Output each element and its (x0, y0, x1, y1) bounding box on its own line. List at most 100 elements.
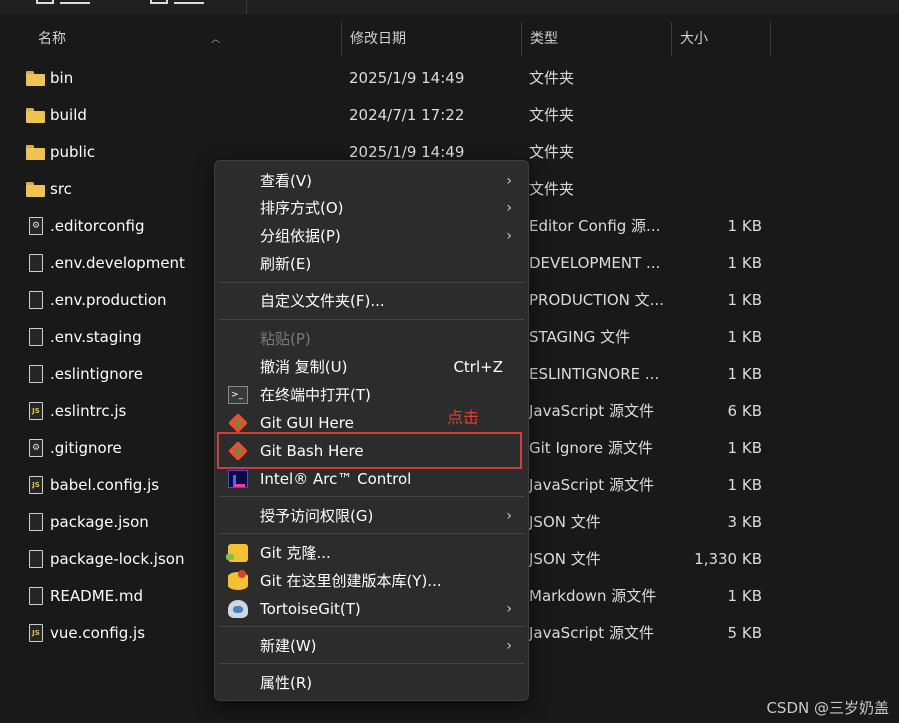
file-size: 1 KB (727, 365, 762, 383)
file-type: DEVELOPMENT ... (529, 254, 661, 272)
menu-item-git-clone[interactable]: Git 克隆... (219, 539, 524, 567)
file-icon (24, 578, 46, 615)
menu-item-properties[interactable]: 属性(R) (219, 669, 524, 697)
folder-icon (24, 134, 46, 171)
file-size: 1 KB (727, 439, 762, 457)
file-type: ESLINTIGNORE ... (529, 365, 660, 383)
menu-separator (219, 663, 524, 664)
file-type: JavaScript 源文件 (529, 624, 654, 642)
file-size: 1,330 KB (694, 550, 762, 568)
file-size (676, 97, 762, 134)
menu-separator (219, 496, 524, 497)
config-file-icon: ⚙ (24, 208, 46, 245)
file-date: 2024/7/1 17:22 (349, 106, 465, 124)
terminal-icon: >_ (228, 386, 248, 404)
file-type: 文件夹 (529, 106, 575, 124)
menu-separator (219, 319, 524, 320)
column-header-type[interactable]: 类型 (521, 22, 671, 56)
menu-item-tortoisegit[interactable]: TortoiseGit(T) › (219, 595, 524, 623)
menu-item-customize-folder[interactable]: 自定义文件夹(F)... (219, 287, 524, 315)
column-header-name[interactable]: ︿ 名称 (30, 22, 341, 56)
chevron-right-icon: › (506, 173, 512, 189)
file-icon (24, 319, 46, 356)
column-header-size[interactable]: 大小 (671, 22, 771, 56)
menu-item-sort[interactable]: 排序方式(O) › (219, 194, 524, 222)
intel-arc-icon (228, 470, 248, 488)
sort-ascending-icon: ︿ (211, 35, 221, 45)
chevron-right-icon: › (506, 228, 512, 244)
file-icon (24, 282, 46, 319)
file-size: 1 KB (727, 254, 762, 272)
js-file-icon: JS (24, 467, 46, 504)
file-type: 文件夹 (529, 180, 575, 198)
file-row[interactable]: bin 2025/1/9 14:49 文件夹 (0, 60, 899, 97)
toolbar-divider (246, 0, 247, 14)
file-date: 2025/1/9 14:49 (349, 69, 465, 87)
menu-item-new[interactable]: 新建(W) › (219, 632, 524, 660)
shortcut-label: Ctrl+Z (453, 358, 503, 376)
file-size (676, 134, 762, 171)
tortoisegit-icon (228, 600, 248, 618)
chevron-right-icon: › (506, 638, 512, 654)
file-icon (24, 504, 46, 541)
file-type: 文件夹 (529, 143, 575, 161)
file-size: 1 KB (727, 476, 762, 494)
column-header-date[interactable]: 修改日期 (341, 22, 521, 56)
menu-item-git-create-repo[interactable]: Git 在这里创建版本库(Y)... (219, 567, 524, 595)
config-file-icon: ⚙ (24, 430, 46, 467)
folder-icon (24, 97, 46, 134)
file-type: PRODUCTION 文... (529, 291, 664, 309)
file-type: STAGING 文件 (529, 328, 631, 346)
git-create-repo-icon (228, 570, 248, 590)
file-name: build (50, 106, 87, 124)
menu-item-paste: 粘贴(P) (260, 330, 311, 348)
file-type: Git Ignore 源文件 (529, 439, 653, 457)
file-size: 3 KB (727, 513, 762, 531)
chevron-right-icon: › (506, 601, 512, 617)
chevron-right-icon: › (506, 200, 512, 216)
file-size: 1 KB (727, 328, 762, 346)
file-type: JavaScript 源文件 (529, 476, 654, 494)
context-menu: 查看(V) › 排序方式(O) › 分组依据(P) › 刷新(E) 自定义文件夹… (214, 160, 529, 701)
menu-item-refresh[interactable]: 刷新(E) (219, 250, 524, 278)
js-file-icon: JS (24, 615, 46, 652)
file-size: 6 KB (727, 402, 762, 420)
menu-item-group[interactable]: 分组依据(P) › (219, 222, 524, 250)
menu-separator (219, 533, 524, 534)
menu-separator (219, 282, 524, 283)
view-toolbar-button[interactable] (150, 0, 220, 14)
git-clone-icon (226, 544, 248, 562)
annotation-label: 点击 (447, 408, 480, 427)
column-header: ︿ 名称 修改日期 类型 大小 (0, 22, 899, 56)
git-icon (228, 413, 248, 433)
file-size: 5 KB (727, 624, 762, 642)
chevron-right-icon: › (506, 508, 512, 524)
file-name: bin (50, 69, 74, 87)
file-icon (24, 541, 46, 578)
file-type: 文件夹 (529, 69, 575, 87)
file-size (676, 171, 762, 208)
folder-icon (24, 60, 46, 97)
file-size (676, 60, 762, 97)
file-type: Markdown 源文件 (529, 587, 657, 605)
toolbar (0, 0, 899, 14)
file-icon (24, 356, 46, 393)
file-icon (24, 245, 46, 282)
menu-item-give-access[interactable]: 授予访问权限(G) › (219, 502, 524, 530)
file-type: Editor Config 源... (529, 217, 661, 235)
file-type: JSON 文件 (529, 513, 601, 531)
file-size: 1 KB (727, 587, 762, 605)
js-file-icon: JS (24, 393, 46, 430)
menu-item-intel-arc-control[interactable]: Intel® Arc™ Control (219, 465, 524, 493)
file-size: 1 KB (727, 291, 762, 309)
menu-item-view[interactable]: 查看(V) › (219, 167, 524, 195)
sort-icon (36, 0, 54, 4)
folder-icon (24, 171, 46, 208)
menu-item-undo-copy[interactable]: 撤消 复制(U) Ctrl+Z (219, 353, 524, 381)
file-size: 1 KB (727, 217, 762, 235)
menu-separator (219, 626, 524, 627)
file-type: JavaScript 源文件 (529, 402, 654, 420)
file-row[interactable]: build 2024/7/1 17:22 文件夹 (0, 97, 899, 134)
highlight-box (217, 432, 522, 469)
sort-toolbar-button[interactable] (36, 0, 96, 14)
